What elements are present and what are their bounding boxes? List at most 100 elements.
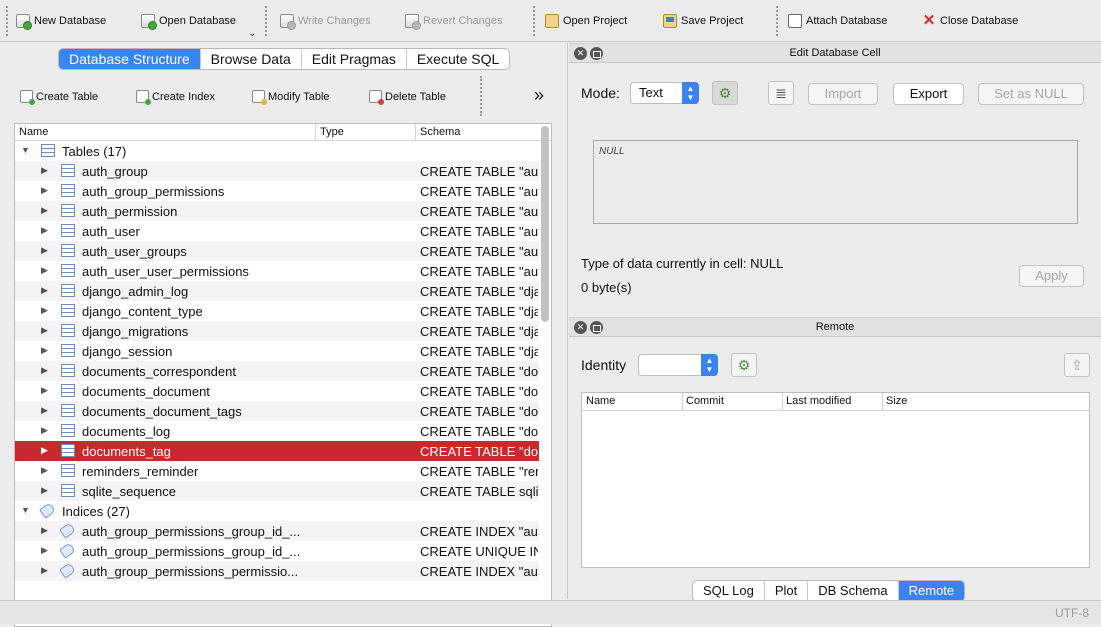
disclosure-closed-icon[interactable]: ▶ xyxy=(41,305,48,316)
remote-table-header: Name Commit Last modified Size xyxy=(582,393,1089,411)
tree-item-table[interactable]: ▶ django_session CREATE TABLE "dja xyxy=(15,341,539,361)
tab-browse-data[interactable]: Browse Data xyxy=(201,49,302,69)
tree-group-indices[interactable]: ▼ Indices (27) xyxy=(15,501,539,521)
tree-item-table[interactable]: ▶ documents_log CREATE TABLE "do xyxy=(15,421,539,441)
open-project-button[interactable]: Open Project xyxy=(545,12,627,30)
disclosure-closed-icon[interactable]: ▶ xyxy=(41,245,48,256)
disclosure-closed-icon[interactable]: ▶ xyxy=(41,345,48,356)
disclosure-closed-icon[interactable]: ▶ xyxy=(41,405,48,416)
tree-group-tables[interactable]: ▼ Tables (17) xyxy=(15,141,539,161)
attach-database-button[interactable]: Attach Database xyxy=(788,12,887,30)
tab-remote[interactable]: Remote xyxy=(898,581,965,601)
close-database-button[interactable]: ✕ Close Database xyxy=(922,12,1019,30)
tab-sql-log[interactable]: SQL Log xyxy=(693,581,765,601)
disclosure-closed-icon[interactable]: ▶ xyxy=(41,365,48,376)
tab-edit-pragmas[interactable]: Edit Pragmas xyxy=(302,49,407,69)
create-index-button[interactable]: Create Index xyxy=(136,90,215,105)
tree-item-table[interactable]: ▶ auth_group_permissions CREATE TABLE "aut xyxy=(15,181,539,201)
column-header-schema[interactable]: Schema xyxy=(420,126,460,138)
tree-item-table[interactable]: ▶ documents_tag CREATE TABLE "do xyxy=(15,441,539,461)
close-icon[interactable]: ✕ xyxy=(574,47,587,60)
export-button[interactable]: Export xyxy=(893,83,964,105)
remote-table[interactable]: Name Commit Last modified Size xyxy=(581,392,1090,568)
disclosure-closed-icon[interactable]: ▶ xyxy=(41,485,48,496)
auto-format-gear-icon[interactable]: ⚙ xyxy=(712,81,738,105)
revert-changes-button[interactable]: Revert Changes xyxy=(405,12,503,30)
open-database-button[interactable]: Open Database xyxy=(141,12,236,30)
float-icon[interactable] xyxy=(590,47,603,60)
remote-settings-gear-icon[interactable]: ⚙ xyxy=(731,353,757,377)
disclosure-closed-icon[interactable]: ▶ xyxy=(41,285,48,296)
tree-item-index[interactable]: ▶ auth_group_permissions_group_id_... CREA… xyxy=(15,521,539,541)
tab-plot[interactable]: Plot xyxy=(765,581,809,601)
tree-item-table[interactable]: ▶ auth_permission CREATE TABLE "aut xyxy=(15,201,539,221)
disclosure-closed-icon[interactable]: ▶ xyxy=(41,425,48,436)
disclosure-closed-icon[interactable]: ▶ xyxy=(41,165,48,176)
tree-item-table[interactable]: ▶ documents_document CREATE TABLE "do xyxy=(15,381,539,401)
cell-editor[interactable]: NULL xyxy=(593,140,1078,224)
vertical-scrollbar[interactable] xyxy=(541,126,549,322)
column-header-size[interactable]: Size xyxy=(886,395,907,407)
remote-push-icon[interactable]: ⇪ xyxy=(1064,353,1090,377)
more-tools-button[interactable]: » xyxy=(534,85,544,106)
table-icon xyxy=(61,324,75,337)
import-button[interactable]: Import xyxy=(808,83,878,105)
column-header-name[interactable]: Name xyxy=(586,395,615,407)
tree-item-table[interactable]: ▶ auth_user_user_permissions CREATE TABLE … xyxy=(15,261,539,281)
disclosure-closed-icon[interactable]: ▶ xyxy=(41,565,48,576)
tree-item-table[interactable]: ▶ reminders_reminder CREATE TABLE "rer xyxy=(15,461,539,481)
column-header-commit[interactable]: Commit xyxy=(686,395,724,407)
tree-item-table[interactable]: ▶ sqlite_sequence CREATE TABLE sqlit xyxy=(15,481,539,501)
float-icon[interactable] xyxy=(590,321,603,334)
set-null-button[interactable]: Set as NULL xyxy=(978,83,1084,105)
chevron-down-icon[interactable]: ⌄ xyxy=(248,28,256,39)
tree-item-table[interactable]: ▶ django_admin_log CREATE TABLE "dja xyxy=(15,281,539,301)
mode-select[interactable]: Text ▲ ▼ xyxy=(630,82,699,104)
toolbar-separator xyxy=(6,6,8,36)
disclosure-closed-icon[interactable]: ▶ xyxy=(41,325,48,336)
disclosure-closed-icon[interactable]: ▶ xyxy=(41,385,48,396)
write-changes-button[interactable]: Write Changes xyxy=(280,12,371,30)
column-header-type[interactable]: Type xyxy=(320,126,344,138)
disclosure-closed-icon[interactable]: ▶ xyxy=(41,445,48,456)
tab-database-structure[interactable]: Database Structure xyxy=(59,49,201,69)
disclosure-closed-icon[interactable]: ▶ xyxy=(41,225,48,236)
disclosure-closed-icon[interactable]: ▶ xyxy=(41,465,48,476)
tree-item-label: django_session xyxy=(82,344,173,359)
tree-item-table[interactable]: ▶ documents_document_tags CREATE TABLE "do xyxy=(15,401,539,421)
tree-item-table[interactable]: ▶ auth_user CREATE TABLE "aut xyxy=(15,221,539,241)
create-table-button[interactable]: Create Table xyxy=(20,90,98,105)
table-icon xyxy=(61,164,75,177)
tree-item-table[interactable]: ▶ auth_user_groups CREATE TABLE "aut xyxy=(15,241,539,261)
tree-item-table[interactable]: ▶ django_migrations CREATE TABLE "dja xyxy=(15,321,539,341)
tree-item-table[interactable]: ▶ documents_correspondent CREATE TABLE "do xyxy=(15,361,539,381)
tree-item-table[interactable]: ▶ django_content_type CREATE TABLE "dja xyxy=(15,301,539,321)
delete-table-button[interactable]: Delete Table xyxy=(369,90,446,105)
column-header-last-modified[interactable]: Last modified xyxy=(786,395,851,407)
table-icon xyxy=(61,344,75,357)
new-database-button[interactable]: New Database xyxy=(16,12,106,30)
tree-item-table[interactable]: ▶ auth_group CREATE TABLE "aut xyxy=(15,161,539,181)
apply-button[interactable]: Apply xyxy=(1019,265,1084,287)
tab-execute-sql[interactable]: Execute SQL xyxy=(407,49,509,69)
modify-table-button[interactable]: Modify Table xyxy=(252,90,330,105)
schema-tree[interactable]: Name Type Schema ▼ Tables (17) ▶ auth_group… xyxy=(14,123,552,627)
disclosure-closed-icon[interactable]: ▶ xyxy=(41,265,48,276)
column-header-name[interactable]: Name xyxy=(19,126,48,138)
word-wrap-icon[interactable]: ≣ xyxy=(768,81,794,105)
table-icon xyxy=(41,144,55,157)
tab-db-schema[interactable]: DB Schema xyxy=(808,581,899,601)
disclosure-closed-icon[interactable]: ▶ xyxy=(41,525,48,536)
tree-item-index[interactable]: ▶ auth_group_permissions_permissio... CREA… xyxy=(15,561,539,581)
tree-item-schema: CREATE TABLE "do xyxy=(420,404,538,419)
disclosure-open-icon[interactable]: ▼ xyxy=(21,505,30,515)
tree-item-index[interactable]: ▶ auth_group_permissions_group_id_... CREA… xyxy=(15,541,539,561)
save-project-button[interactable]: Save Project xyxy=(663,12,743,30)
identity-select[interactable]: ▲ ▼ xyxy=(638,354,718,376)
disclosure-closed-icon[interactable]: ▶ xyxy=(41,205,48,216)
disclosure-closed-icon[interactable]: ▶ xyxy=(41,185,48,196)
toolbar-separator xyxy=(533,6,535,36)
close-icon[interactable]: ✕ xyxy=(574,321,587,334)
disclosure-closed-icon[interactable]: ▶ xyxy=(41,545,48,556)
disclosure-open-icon[interactable]: ▼ xyxy=(21,145,30,155)
